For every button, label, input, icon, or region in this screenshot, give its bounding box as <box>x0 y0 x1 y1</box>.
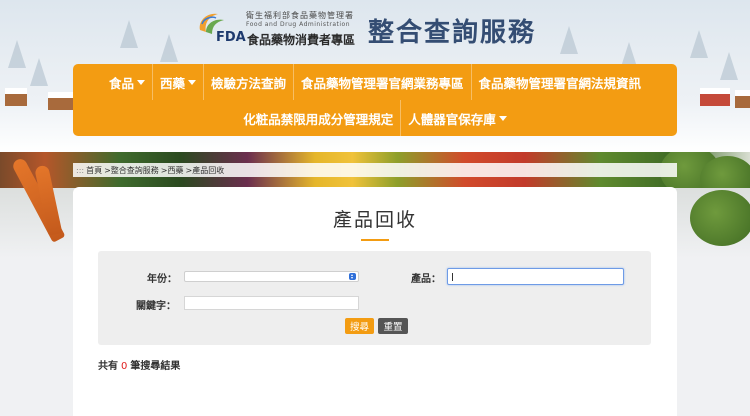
house-decoration <box>735 90 750 108</box>
nav-row-1: 食品 西藥 檢驗方法查詢 食品藥物管理署官網業務專區 食品藥物管理署官網法規資訊 <box>73 64 677 100</box>
nav-item-cosmetic-ingredients[interactable]: 化粧品禁限用成分管理規定 <box>236 100 400 136</box>
nav-item-test-methods[interactable]: 檢驗方法查詢 <box>204 64 293 100</box>
nav-item-fda-regulations[interactable]: 食品藥物管理署官網法規資訊 <box>472 64 649 100</box>
page-title: 產品回收 <box>332 209 417 231</box>
tree-decoration <box>8 40 26 68</box>
results-suffix: 筆搜尋結果 <box>130 361 181 372</box>
nav-item-label: 食品藥物管理署官網法規資訊 <box>478 75 642 91</box>
chevron-down-icon <box>187 79 196 85</box>
fda-logo[interactable]: 衛生福利部食品藥物管理署 Food and Drug Administratio… <box>196 8 356 47</box>
tree-decoration <box>720 52 738 80</box>
breadcrumb-product-recall[interactable]: >產品回收 <box>186 165 225 176</box>
nav-item-label: 化粧品禁限用成分管理規定 <box>243 111 394 127</box>
consumer-zone-name: 食品藥物消費者專區 <box>247 33 356 47</box>
nav-item-organ-bank[interactable]: 人體器官保存庫 <box>401 100 514 136</box>
results-summary: 共有 0 筆搜尋結果 <box>98 357 180 372</box>
breadcrumb: ::: 首頁 >整合查詢服務 >西藥 >產品回收 <box>73 163 677 177</box>
tree-decoration <box>120 20 138 48</box>
nav-item-label: 人體器官保存庫 <box>408 111 496 127</box>
nav-item-fda-business[interactable]: 食品藥物管理署官網業務專區 <box>294 64 471 100</box>
tree-decoration <box>560 26 578 54</box>
site-title: 整合查詢服務 <box>368 18 537 48</box>
nav-row-2: 化粧品禁限用成分管理規定 人體器官保存庫 <box>73 100 677 136</box>
chevron-down-icon <box>498 115 507 121</box>
reset-button[interactable]: 重置 <box>378 318 408 334</box>
fda-mark: FDA <box>216 30 246 45</box>
product-label: 產品： <box>411 274 441 285</box>
nav-item-label: 食品藥物管理署官網業務專區 <box>301 75 464 91</box>
year-select[interactable] <box>184 271 359 282</box>
breadcrumb-integrated-search[interactable]: >整合查詢服務 <box>104 165 159 176</box>
breadcrumb-accesskey[interactable]: ::: <box>76 166 84 175</box>
tree-decoration <box>160 34 178 62</box>
select-arrows-icon <box>349 273 356 280</box>
nav-item-western-medicine[interactable]: 西藥 <box>153 64 203 100</box>
chevron-down-icon <box>136 79 145 85</box>
nav-item-label: 檢驗方法查詢 <box>210 75 286 91</box>
search-form: 年份： 產品： 關鍵字： 搜尋 重置 <box>98 251 651 345</box>
agency-name: 衛生福利部食品藥物管理署 <box>246 11 354 20</box>
main-navigation: 食品 西藥 檢驗方法查詢 食品藥物管理署官網業務專區 食品藥物管理署官網法規資訊… <box>73 64 677 136</box>
product-input[interactable] <box>447 268 624 285</box>
broccoli-decoration <box>690 190 750 246</box>
house-decoration <box>700 88 730 106</box>
search-button[interactable]: 搜尋 <box>345 318 374 334</box>
nav-item-label: 食品 <box>108 75 134 91</box>
results-prefix: 共有 <box>98 361 118 372</box>
year-label: 年份： <box>147 274 177 285</box>
nav-item-food[interactable]: 食品 <box>102 64 152 100</box>
breadcrumb-home[interactable]: 首頁 <box>86 165 102 176</box>
keyword-label: 關鍵字： <box>136 301 176 312</box>
tree-decoration <box>690 30 708 58</box>
tree-decoration <box>30 58 48 86</box>
keyword-input[interactable] <box>184 296 359 310</box>
text-cursor <box>452 273 453 281</box>
house-decoration <box>5 88 27 106</box>
content-card: 產品回收 年份： 產品： 關鍵字： 搜尋 重置 共有 0 筆搜尋結果 <box>73 187 677 416</box>
nav-item-label: 西藥 <box>159 75 185 91</box>
title-underline <box>361 239 389 241</box>
results-count: 0 <box>121 361 128 372</box>
agency-english-name: Food and Drug Administration <box>246 21 350 28</box>
breadcrumb-western-medicine[interactable]: >西藥 <box>161 165 184 176</box>
